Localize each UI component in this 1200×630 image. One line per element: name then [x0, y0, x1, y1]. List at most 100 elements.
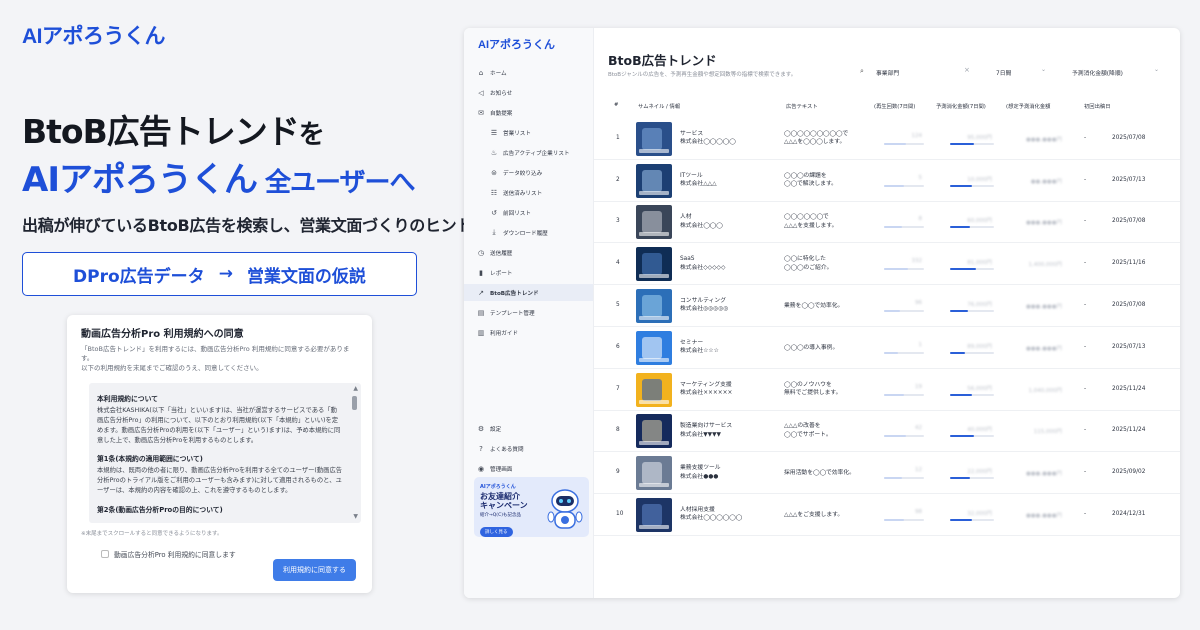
ad-thumbnail[interactable]: [636, 330, 672, 365]
table-row[interactable]: 9 業務支援ツール 株式会社●●● 採用活動を◯◯で効率化。 12 22,000円 ●●●,…: [594, 452, 1180, 495]
cost-bar: [950, 184, 994, 187]
ad-thumbnail[interactable]: [636, 205, 672, 240]
period-select[interactable]: 7日間: [996, 68, 1011, 77]
column-header-first-date[interactable]: 初回出稿日: [1084, 102, 1111, 110]
table-row[interactable]: 1 サービス 株式会社◯◯◯◯◯ ◯◯◯◯◯◯◯◯◯で △△△を◯◯◯します。 124 95…: [594, 118, 1180, 160]
clock-icon: ◷: [477, 248, 485, 257]
terms-scroll-area[interactable]: 本利用規約について 株式会社KASHIKA(以下「当社」といいます)は、当社が運…: [89, 383, 361, 524]
sidebar-item[interactable]: ▤ テンプレート管理: [464, 304, 593, 321]
scrollbar-thumb[interactable]: [352, 396, 357, 411]
cost-bar-fill: [950, 184, 972, 187]
estimated-value: ●●●,●●●円: [1025, 220, 1062, 227]
ad-thumbnail[interactable]: [636, 414, 672, 449]
ad-text-line: △△△を◯◯◯します。: [784, 139, 846, 146]
column-header-estimated[interactable]: (想定予測消化金額: [1006, 102, 1050, 110]
sidebar-item[interactable]: ↺ 前回リスト: [464, 204, 593, 221]
ad-thumbnail[interactable]: [636, 456, 672, 491]
chevron-down-icon[interactable]: ⌄: [1154, 66, 1159, 73]
sidebar-logo[interactable]: AIアポろうくん: [478, 36, 593, 52]
sidebar-item[interactable]: ◉ 管理画面: [464, 460, 593, 477]
cost-bar: [950, 351, 994, 354]
sidebar-item[interactable]: ⊜ データ絞り込み: [464, 164, 593, 181]
cost-bar-fill: [950, 226, 970, 229]
plays-value: 12: [915, 467, 922, 474]
help-icon: ?: [479, 444, 483, 453]
ad-thumbnail[interactable]: [636, 247, 672, 282]
table-row[interactable]: 8 製造業向けサービス 株式会社▼▼▼▼ △△△の改善を ◯◯でサポート。 42 40,00…: [594, 411, 1180, 453]
megaphone-icon: ◁: [478, 88, 484, 97]
table-row[interactable]: 7 マーケティング支援 株式会社×××××× ◯◯のノウハウを 無料でご提供します。 19…: [594, 369, 1180, 411]
cost-value: 95,000円: [967, 134, 992, 141]
first-date: 2025/11/24: [1112, 385, 1146, 392]
sidebar-item-label: 送信履歴: [490, 250, 513, 257]
column-header-ad-text[interactable]: 広告テキスト: [786, 102, 818, 110]
plays-bar: [884, 351, 924, 354]
ad-text: ◯◯のノウハウを 無料でご提供します。: [784, 381, 841, 398]
ad-thumbnail[interactable]: [636, 498, 672, 533]
table-row[interactable]: 10 人材採用支援 株式会社◯◯◯◯◯◯ △△△をご支援します。 98 32,000円 ●●…: [594, 494, 1180, 536]
terms-modal: 動画広告分析Pro 利用規約への同意 「BtoB広告トレンド」を利用するには、動…: [67, 315, 372, 593]
sidebar-item[interactable]: ♨ 広告アクティブ企業リスト: [464, 144, 593, 161]
scroll-down-icon[interactable]: ▼: [353, 514, 358, 520]
sidebar-item[interactable]: ⤓ ダウンロード履歴: [464, 224, 593, 241]
sidebar-item-label: よくある質問: [490, 446, 524, 453]
row-rank: 2: [616, 176, 620, 183]
chevron-down-icon[interactable]: ⌄: [1041, 66, 1046, 73]
sidebar-item[interactable]: ▥ 利用ガイド: [464, 324, 593, 341]
plays-bar: [884, 310, 924, 313]
table-row[interactable]: 6 セミナー 株式会社☆☆☆ ◯◯◯の導入事例。 1 89,000円 ●●●,●●●円 - 20…: [594, 327, 1180, 369]
thumbnail-caption-bar: [639, 190, 669, 195]
plays-bar-fill: [884, 435, 906, 438]
sidebar-item[interactable]: ↗ BtoB広告トレンド: [464, 284, 593, 301]
template-icon: ▤: [477, 308, 485, 317]
table-row[interactable]: 4 SaaS 株式会社◇◇◇◇◇ ◯◯に特化した ◯◯◯のご紹介。 332 81,000円 1…: [594, 243, 1180, 286]
banner-details-button[interactable]: 詳しく見る: [480, 527, 513, 537]
agree-checkbox[interactable]: [101, 550, 109, 559]
sidebar-item[interactable]: ⌂ ホーム: [464, 64, 593, 81]
ad-thumbnail[interactable]: [636, 121, 672, 156]
table-row[interactable]: 3 人材 株式会社◯◯◯ ◯◯◯◯◯◯で △△△を支援します。 8 60,000円 ●●●,●…: [594, 202, 1180, 244]
cost-bar-fill: [950, 268, 977, 271]
ad-genre: ITツール: [680, 172, 703, 179]
sidebar-item[interactable]: ⚙ 設定: [464, 420, 593, 437]
table-row[interactable]: 5 コンサルティング 株式会社◎◎◎◎◎ 業務を◯◯で効率化。 96 76,000円 ●●●…: [594, 285, 1180, 327]
column-header-cost[interactable]: 予測消化金額(7日間): [936, 102, 986, 110]
plays-bar: [884, 519, 924, 522]
ad-company: 株式会社××××××: [680, 390, 733, 397]
hero-heading-line1: BtoB広告トレンドを: [22, 105, 325, 153]
row-rank: 10: [616, 511, 624, 518]
ad-text-line: △△△を支援します。: [784, 222, 838, 229]
sidebar-item[interactable]: ☷ 送信済みリスト: [464, 184, 593, 201]
scroll-up-icon[interactable]: ▲: [353, 386, 358, 392]
cost-bar-fill: [950, 393, 972, 396]
thumbnail-caption-bar: [639, 399, 669, 404]
category-filter-input[interactable]: 事業部門: [876, 68, 899, 77]
sidebar-item-label: ホーム: [490, 70, 507, 77]
sidebar-item[interactable]: ✉ 自動提案: [464, 104, 593, 121]
sidebar-item[interactable]: ☰ 営業リスト: [464, 124, 593, 141]
ad-text: △△△の改善を ◯◯でサポート。: [784, 422, 832, 439]
first-date-placeholder: -: [1084, 134, 1087, 141]
ad-company: 株式会社◇◇◇◇◇: [680, 264, 726, 271]
main-panel: BtoB広告トレンド BtoBジャンルの広告を、予測再生金額や想定回数等の指標で…: [594, 28, 1180, 598]
table-row[interactable]: 2 ITツール 株式会社△△△ ◯◯◯の課題を ◯◯で解決します。 5 10,000円 ●●,…: [594, 160, 1180, 202]
sort-select[interactable]: 予測消化金額(降順): [1072, 68, 1123, 77]
clear-icon[interactable]: ×: [964, 66, 970, 74]
sidebar-item[interactable]: ▮ レポート: [464, 264, 593, 281]
estimated-value: 1,400,000円: [1028, 262, 1063, 269]
terms-paragraph: 株式会社KASHIKA(以下「当社」といいます)は、当社が運営するサービスである…: [97, 407, 341, 444]
agree-checkbox-row[interactable]: 動画広告分析Pro 利用規約に同意します: [101, 549, 358, 559]
ad-thumbnail[interactable]: [636, 372, 672, 407]
ad-thumbnail[interactable]: [636, 163, 672, 198]
sidebar-item[interactable]: ◷ 送信履歴: [464, 244, 593, 261]
ad-text: 業務を◯◯で効率化。: [784, 302, 843, 310]
ad-advertiser-info: サービス 株式会社◯◯◯◯◯: [680, 130, 736, 147]
referral-banner[interactable]: AIアポろうくん お友達紹介 キャンペーン 紹介→Q(C)も記念品 詳しく見る: [474, 477, 589, 537]
ad-thumbnail[interactable]: [636, 289, 672, 324]
column-header-plays[interactable]: (再生回数(7日間): [874, 102, 915, 110]
page-description: BtoBジャンルの広告を、予測再生金額や想定回数等の指標で検索できます。: [608, 72, 797, 78]
agree-button[interactable]: 利用規約に同意する: [273, 559, 356, 581]
sidebar-item[interactable]: ? よくある質問: [464, 440, 593, 457]
sidebar-item[interactable]: ◁ お知らせ: [464, 84, 593, 101]
sidebar-item-label: BtoB広告トレンド: [490, 290, 539, 297]
